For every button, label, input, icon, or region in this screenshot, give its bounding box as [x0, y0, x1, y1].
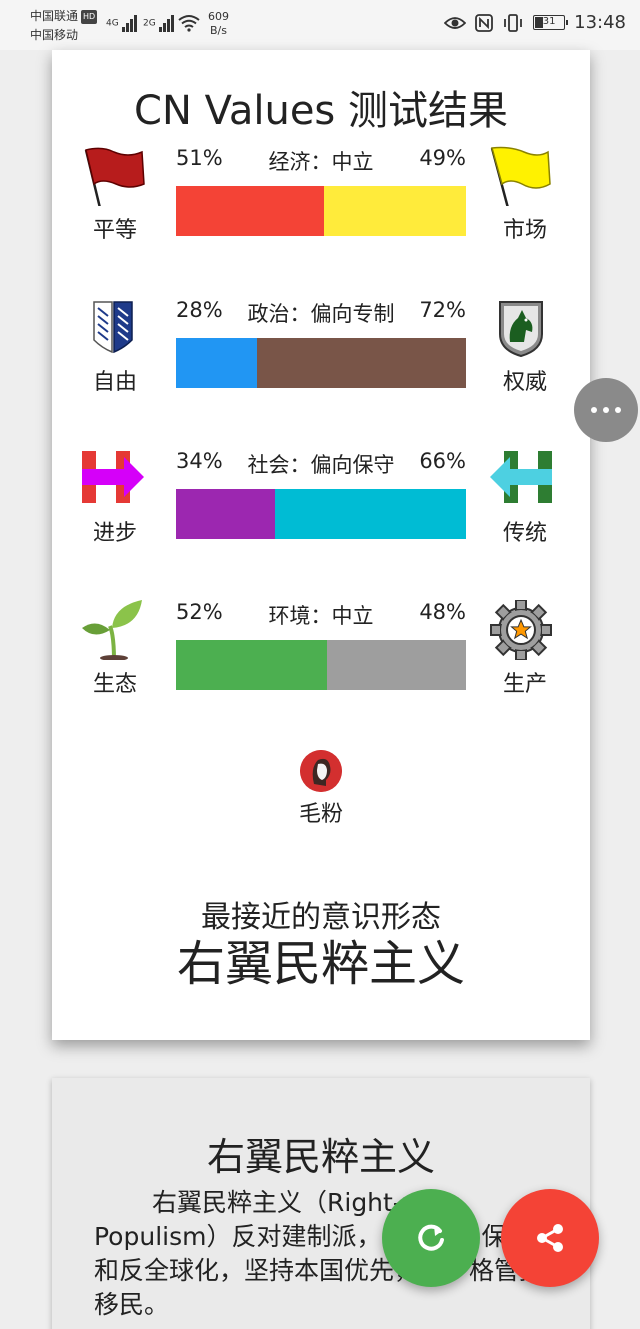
h-arrow-right-icon — [82, 451, 144, 503]
clock: 13:48 — [574, 12, 626, 33]
axis-environment: 生态 52% 环境：中立 48% 生产 — [52, 600, 590, 720]
carrier-2: 中国移动 — [30, 28, 79, 42]
axis-header: 34% 社会：偏向保守 66% — [176, 449, 466, 479]
axis-right-label: 传统 — [502, 521, 547, 546]
horse-shield-icon — [499, 301, 543, 358]
ideology-description: 右翼民粹主义（Right-wing Populism）反对建制派，主张贸易保护和… — [94, 1188, 545, 1319]
battery-level: 31 — [542, 16, 556, 27]
portrait-badge-icon — [300, 750, 342, 792]
net-speed-unit: B/s — [210, 24, 227, 37]
eye-icon — [444, 16, 467, 29]
axis-bar — [176, 489, 466, 539]
bar-right-segment — [257, 338, 466, 388]
carrier-1-name: 中国联通 — [30, 9, 79, 23]
battery-icon: 31 — [533, 15, 569, 30]
axis-header: 52% 环境：中立 48% — [176, 600, 466, 630]
nfc-icon — [475, 13, 494, 32]
axis-header: 51% 经济：中立 49% — [176, 146, 466, 176]
net-speed: 609 B/s — [208, 10, 229, 38]
signal-bars-icon — [121, 14, 138, 32]
ideology-title: 右翼民粹主义 — [206, 1135, 435, 1179]
bar-right-segment — [326, 640, 466, 690]
axis-bar — [176, 338, 466, 388]
axis-bar — [176, 640, 466, 690]
more-dot-icon — [591, 407, 597, 413]
axis-right-label: 市场 — [502, 218, 547, 243]
h-arrow-left-icon — [490, 451, 552, 503]
axis-header: 28% 政治：偏向专制 72% — [176, 298, 466, 328]
refresh-button[interactable] — [382, 1189, 480, 1287]
right-percent: 72% — [419, 298, 466, 322]
share-button[interactable] — [501, 1189, 599, 1287]
badge: 毛粉 — [276, 750, 366, 828]
more-dot-icon — [603, 407, 609, 413]
wifi-icon — [178, 15, 200, 32]
axis-left-label: 进步 — [92, 521, 137, 546]
bar-left-segment — [176, 640, 327, 690]
signal-1: 4G — [106, 14, 138, 32]
axis-right-label: 权威 — [502, 370, 547, 395]
closest-ideology-value: 右翼民粹主义 — [176, 936, 465, 992]
portrait-icon — [300, 750, 342, 792]
axis-right-label: 生产 — [502, 672, 547, 697]
net-speed-value: 609 — [208, 10, 229, 23]
wings-emblem-icon — [93, 301, 133, 354]
axis-economic: 平等 51% 经济：中立 49% 市场 — [52, 146, 590, 266]
bar-right-segment — [323, 186, 466, 236]
axis-left-label: 自由 — [92, 370, 137, 395]
yellow-flag-icon — [490, 146, 551, 206]
axis-bar — [176, 186, 466, 236]
more-options-button[interactable] — [574, 378, 638, 442]
axis-left-label: 生态 — [92, 672, 137, 697]
gear-star-icon — [490, 600, 552, 660]
vibrate-icon — [504, 13, 523, 32]
bar-left-segment — [176, 489, 275, 539]
result-card: CN Values 测试结果 平等 51% 经济：中立 49% 市场 自由 28… — [52, 50, 590, 1040]
right-percent: 49% — [419, 146, 466, 170]
share-icon — [537, 1224, 563, 1252]
hd-badge: HD — [81, 10, 98, 24]
bar-left-segment — [176, 338, 258, 388]
status-icons: 31 13:48 — [444, 12, 626, 33]
signal-bars-icon — [158, 14, 175, 32]
signal-1-type: 4G — [106, 18, 119, 29]
right-percent: 48% — [419, 600, 466, 624]
status-bar: 中国联通 HD 中国移动 4G 2G 609 B/s 31 13:48 — [0, 0, 640, 50]
page-title: CN Values 测试结果 — [134, 88, 508, 134]
bar-right-segment — [274, 489, 466, 539]
axis-left-label: 平等 — [92, 218, 137, 243]
axis-social: 进步 34% 社会：偏向保守 66% 传统 — [52, 449, 590, 569]
axis-political: 自由 28% 政治：偏向专制 72% 权威 — [52, 298, 590, 418]
refresh-icon — [418, 1224, 444, 1251]
signal-2-type: 2G — [143, 18, 156, 29]
more-dot-icon — [615, 407, 621, 413]
bar-left-segment — [176, 186, 324, 236]
signal-2: 2G — [143, 14, 175, 32]
carrier-1: 中国联通 HD — [30, 9, 98, 24]
right-percent: 66% — [419, 449, 466, 473]
sprout-icon — [82, 600, 142, 660]
badge-label: 毛粉 — [298, 802, 343, 827]
ideology-description-card: 右翼民粹主义 右翼民粹主义（Right-wing Populism）反对建制派，… — [52, 1078, 590, 1329]
red-flag-icon — [84, 147, 145, 206]
